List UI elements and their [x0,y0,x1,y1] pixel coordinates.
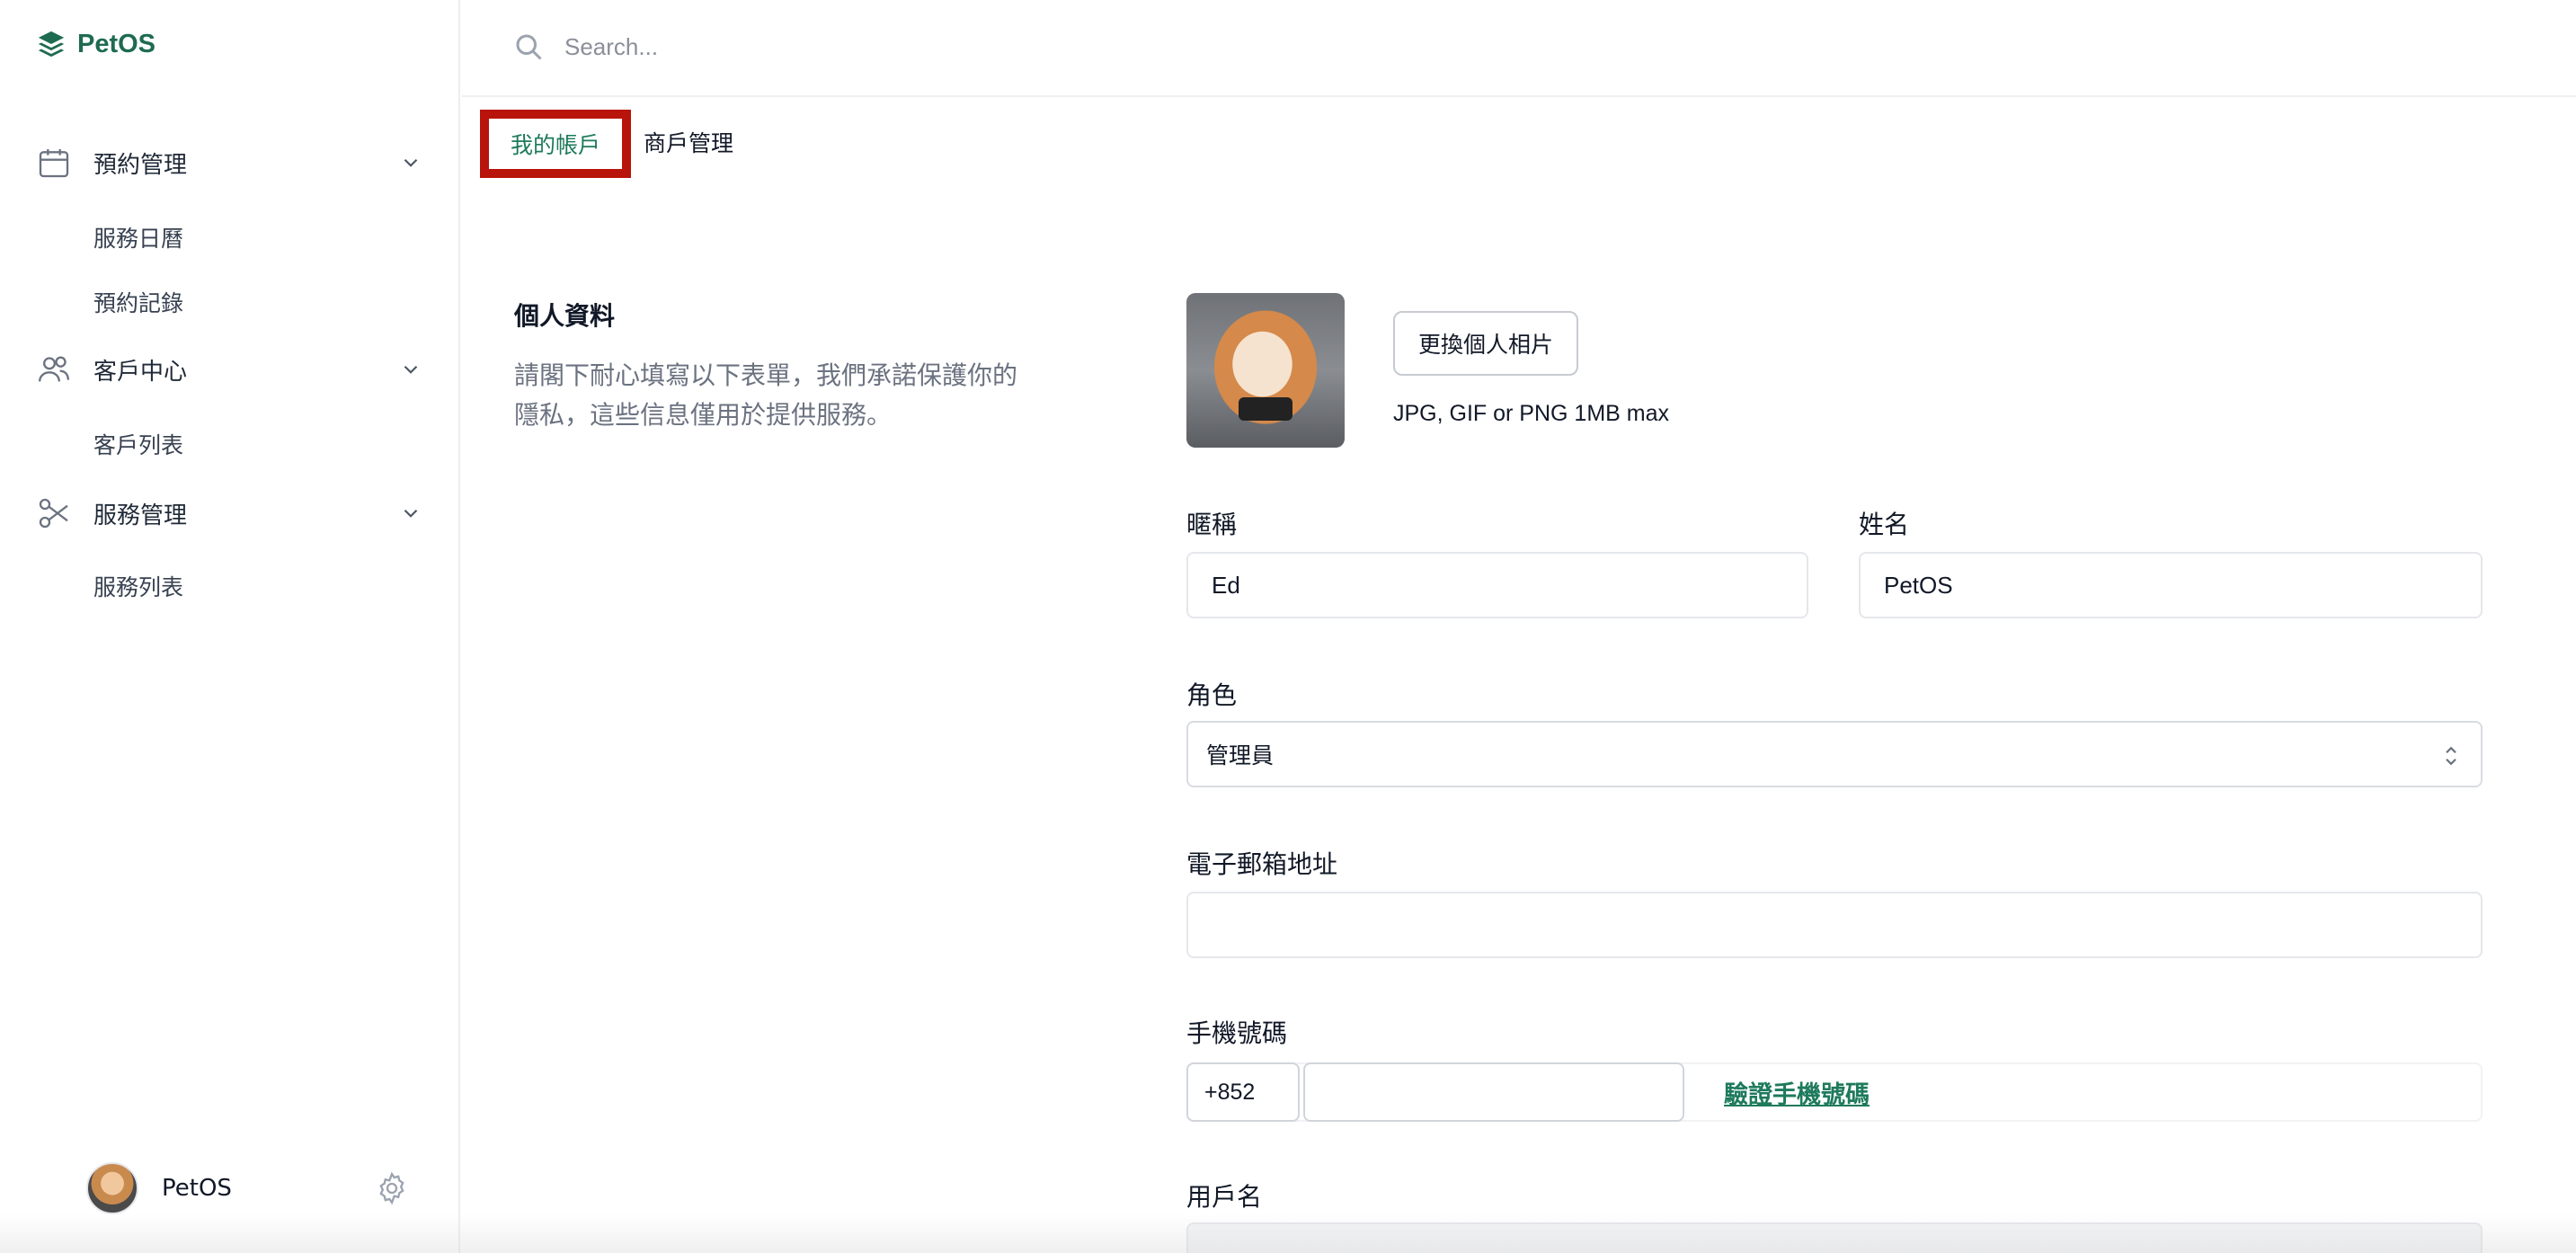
users-icon [39,356,69,382]
sidebar-item-service-list[interactable]: 服務列表 [93,570,183,602]
phone-label: 手機號碼 [1186,1018,1288,1048]
nickname-label: 暱稱 [1186,510,1238,539]
section-description: 請閣下耐心填寫以下表單，我們承諾保護你的隱私，這些信息僅用於提供服務。 [514,360,1018,430]
email-label: 電子郵箱地址 [1186,849,1338,879]
nickname-field[interactable] [1186,552,1808,618]
section-title: 個人資料 [514,301,616,331]
sidebar-item-customer-list[interactable]: 客戶列表 [93,428,183,460]
search-input[interactable] [564,23,1643,70]
nav-group-label: 客戶中心 [93,358,188,386]
role-selected-value: 管理員 [1206,742,1275,769]
profile-photo [1186,293,1345,448]
role-select[interactable]: 管理員 [1186,721,2483,787]
name-field[interactable] [1859,552,2483,618]
nav-group-appointments[interactable]: 預約管理 [36,140,422,185]
nav-group-customers[interactable]: 客戶中心 [36,347,422,392]
phone-number-field[interactable] [1303,1062,1684,1122]
chevron-down-icon[interactable] [399,502,422,525]
scissors-icon [39,498,68,529]
username-label: 用戶名 [1186,1182,1263,1212]
nav-group-services[interactable]: 服務管理 [36,491,422,536]
name-label: 姓名 [1859,510,1910,539]
sidebar-item-service-calendar[interactable]: 服務日曆 [93,221,183,253]
brand-name: PetOS [77,29,156,58]
chevron-down-icon[interactable] [399,151,422,174]
search-icon [516,34,542,60]
sidebar: PetOS 預約管理 服務日曆 預約記錄 客戶中心 客戶列表 服務管理 服務列表… [0,0,460,1253]
layers-logo-icon [38,31,65,58]
user-name: PetOS [162,1175,232,1202]
nav-group-label: 預約管理 [93,151,188,179]
country-code-select[interactable]: +852 [1186,1062,1300,1122]
role-label: 角色 [1186,680,1238,710]
photo-format-hint: JPG, GIF or PNG 1MB max [1393,401,1669,426]
gear-icon[interactable] [374,1170,410,1206]
avatar[interactable] [86,1162,138,1214]
top-bar [462,0,2576,97]
tab-merchant-management[interactable]: 商戶管理 [644,126,733,158]
chevron-down-icon[interactable] [399,358,422,381]
email-field[interactable] [1186,892,2483,958]
change-photo-button[interactable]: 更換個人相片 [1393,311,1578,376]
verify-phone-link[interactable]: 驗證手機號碼 [1724,1075,1870,1110]
nav-group-label: 服務管理 [93,502,188,529]
calendar-icon [39,149,69,178]
brand-logo[interactable]: PetOS [36,29,155,59]
chevron-up-down-icon [2446,746,2456,766]
tab-my-account[interactable]: 我的帳戶 [480,110,631,178]
username-field[interactable] [1186,1222,2483,1253]
user-profile[interactable]: PetOS [86,1161,410,1215]
sidebar-item-appointment-records[interactable]: 預約記錄 [93,286,183,318]
